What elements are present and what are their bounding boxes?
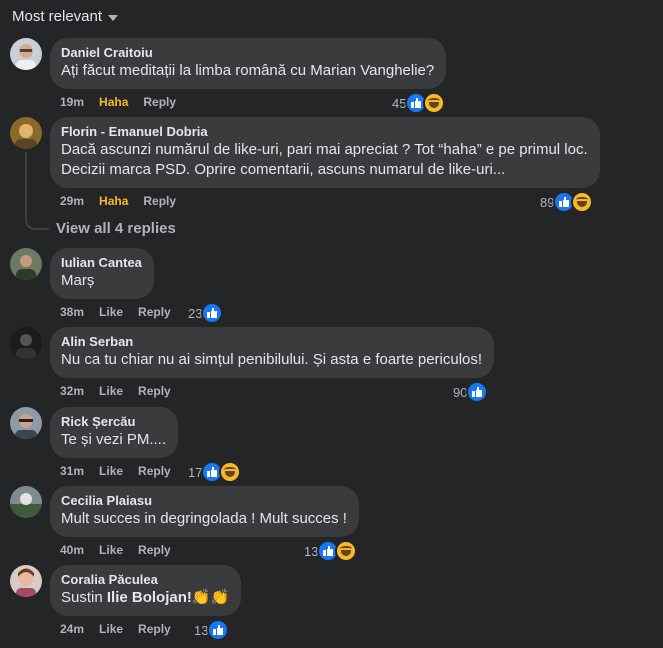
- like-icon: [201, 302, 224, 324]
- reply-button[interactable]: Reply: [138, 543, 171, 557]
- avatar[interactable]: [10, 407, 42, 439]
- avatar[interactable]: [10, 117, 42, 149]
- comment-author[interactable]: Iulian Cantea: [61, 255, 142, 271]
- reply-button[interactable]: Reply: [138, 464, 171, 478]
- comment-actions: 40m Like Reply: [60, 543, 171, 557]
- comment-bubble: Daniel Craitoiu Ați făcut meditații la l…: [50, 38, 447, 89]
- reply-button[interactable]: Reply: [143, 194, 176, 208]
- reaction-button[interactable]: Haha: [99, 95, 128, 109]
- comment-time[interactable]: 29m: [60, 194, 84, 208]
- reaction-summary[interactable]: 45: [392, 92, 446, 114]
- comment-author[interactable]: Cecilia Plaiasu: [61, 493, 347, 509]
- reaction-summary[interactable]: 90: [453, 381, 489, 403]
- comment-bubble: Coralia Păculea Sustin Ilie Bolojan!👏👏: [50, 565, 242, 616]
- comment-time[interactable]: 24m: [60, 622, 84, 636]
- comment-text-line-2: Decizii marca PSD. Oprire comentarii, as…: [61, 161, 506, 178]
- comment-text-line-1: Dacă ascunzi numărul de like-uri, pari m…: [61, 141, 588, 158]
- reaction-summary[interactable]: 17: [188, 461, 242, 483]
- comment-actions: 19m Haha Reply: [60, 95, 176, 109]
- comment-bubble: Rick Șercău Te și vezi PM....: [50, 407, 179, 458]
- reaction-summary[interactable]: 89: [540, 191, 594, 213]
- comment-bubble: Alin Serban Nu ca tu chiar nu ai simțul …: [50, 327, 495, 378]
- comment-author[interactable]: Coralia Păculea: [61, 572, 229, 588]
- comment-text: Te și vezi PM....: [61, 431, 167, 448]
- avatar[interactable]: [10, 327, 42, 359]
- comment-actions: 31m Like Reply: [60, 464, 171, 478]
- view-all-replies-link[interactable]: View all 4 replies: [56, 220, 176, 237]
- like-icon: [207, 619, 230, 641]
- like-icon: [466, 381, 489, 403]
- comment-time[interactable]: 32m: [60, 384, 84, 398]
- comment-text: Marș: [61, 272, 95, 289]
- comment-author[interactable]: Alin Serban: [61, 334, 482, 350]
- comment-actions: 29m Haha Reply: [60, 194, 176, 208]
- avatar[interactable]: [10, 38, 42, 70]
- sort-dropdown[interactable]: Most relevant: [12, 8, 119, 25]
- reaction-summary[interactable]: 13: [304, 540, 358, 562]
- reply-button[interactable]: Reply: [138, 384, 171, 398]
- reaction-button[interactable]: Haha: [99, 194, 128, 208]
- comment-text: Sustin Ilie Bolojan!👏👏: [61, 588, 229, 608]
- mention-link[interactable]: Ilie Bolojan!: [107, 589, 192, 606]
- clapping-emoji: 👏👏: [191, 589, 230, 606]
- comment-bubble: Florin - Emanuel Dobria Dacă ascunzi num…: [50, 117, 600, 188]
- comment-bubble: Cecilia Plaiasu Mult succes in degringol…: [50, 486, 359, 537]
- avatar[interactable]: [10, 248, 42, 280]
- reaction-summary[interactable]: 23: [188, 302, 224, 324]
- comment-time[interactable]: 19m: [60, 95, 84, 109]
- reaction-count: 13: [194, 622, 209, 638]
- comment-author[interactable]: Florin - Emanuel Dobria: [61, 124, 588, 140]
- reaction-summary[interactable]: 13: [194, 619, 230, 641]
- reaction-count: 45: [392, 95, 407, 111]
- comment-text: Nu ca tu chiar nu ai simțul penibilului.…: [61, 351, 483, 368]
- thread-connector: [25, 152, 49, 230]
- reaction-count: 13: [304, 543, 319, 559]
- comment-author[interactable]: Daniel Craitoiu: [61, 45, 434, 61]
- like-button[interactable]: Like: [99, 622, 123, 636]
- caret-down-icon: [108, 14, 119, 21]
- avatar[interactable]: [10, 486, 42, 518]
- comment-bubble: Iulian Cantea Marș: [50, 248, 154, 299]
- reply-button[interactable]: Reply: [143, 95, 176, 109]
- avatar[interactable]: [10, 565, 42, 597]
- reaction-count: 17: [188, 464, 203, 480]
- comment-actions: 24m Like Reply: [60, 622, 171, 636]
- comment-text: Ați făcut meditații la limba română cu M…: [61, 62, 435, 79]
- reaction-count: 89: [540, 194, 555, 210]
- like-button[interactable]: Like: [99, 543, 123, 557]
- haha-icon: [571, 191, 594, 213]
- sort-label: Most relevant: [12, 8, 103, 25]
- haha-icon: [423, 92, 446, 114]
- reply-button[interactable]: Reply: [138, 305, 171, 319]
- comment-actions: 32m Like Reply: [60, 384, 171, 398]
- haha-icon: [335, 540, 358, 562]
- like-button[interactable]: Like: [99, 384, 123, 398]
- like-button[interactable]: Like: [99, 464, 123, 478]
- reaction-count: 90: [453, 384, 468, 400]
- comment-text-plain: Sustin: [61, 589, 107, 606]
- comment-actions: 38m Like Reply: [60, 305, 171, 319]
- comment-time[interactable]: 38m: [60, 305, 84, 319]
- comment-text: Mult succes in degringolada ! Mult succe…: [61, 510, 347, 527]
- comment-time[interactable]: 40m: [60, 543, 84, 557]
- comment-author[interactable]: Rick Șercău: [61, 414, 166, 430]
- reaction-count: 23: [188, 305, 203, 321]
- like-button[interactable]: Like: [99, 305, 123, 319]
- haha-icon: [219, 461, 242, 483]
- comment-time[interactable]: 31m: [60, 464, 84, 478]
- reply-button[interactable]: Reply: [138, 622, 171, 636]
